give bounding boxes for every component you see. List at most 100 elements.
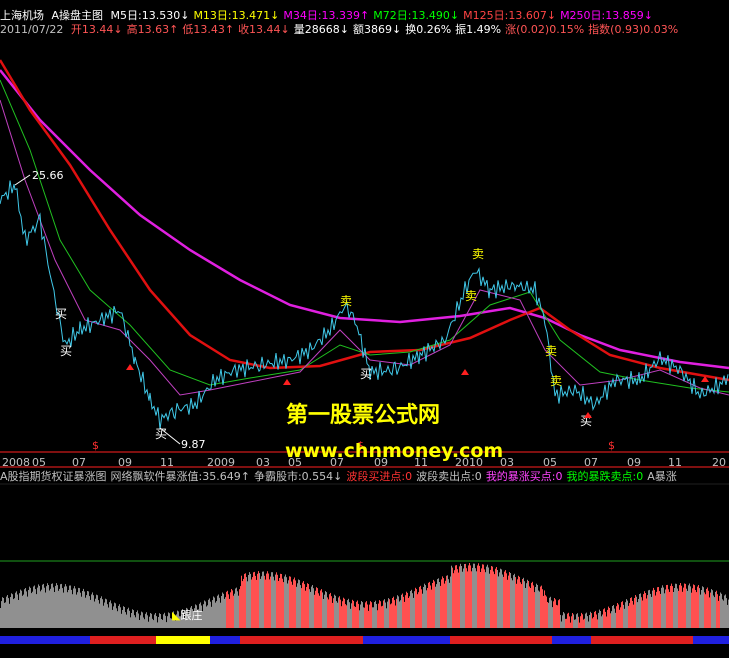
signal-band-cell [618,636,621,644]
indicator-bar [337,602,338,628]
indicator-bar [548,602,549,628]
signal-band-cell [156,636,159,644]
indicator-bar [723,600,724,628]
indicator-bar [314,594,315,628]
indicator-bar [409,596,410,628]
indicator-bar [448,579,449,628]
indicator-bar [600,611,601,628]
signal-band-cell [717,636,720,644]
indicator-bar [104,602,105,628]
signal-band-cell [234,636,237,644]
date-tick: 07 [584,456,598,469]
indicator-bar [633,604,634,628]
indicator-bar [285,574,286,628]
indicator-bar [387,601,388,628]
indicator-bar [544,590,545,628]
indicator-bar [658,587,659,628]
indicator-bar [148,621,149,628]
indicator-bar [616,606,617,628]
indicator-bar [511,578,512,628]
signal-band-cell [582,636,585,644]
signal-band-cell [174,636,177,644]
indicator-bar [663,587,664,628]
signal-band-cell [387,636,390,644]
signal-band-cell [480,636,483,644]
indicator-bar [564,613,565,628]
up-arrow-marker [283,379,291,385]
indicator-bar [712,590,713,628]
indicator-bar [325,591,326,628]
stock-chart-canvas[interactable]: 买买买买买卖 卖卖卖卖$ $ $ [0,0,729,658]
signal-band-cell [648,636,651,644]
indicator-bar [223,593,224,628]
follow-dealer-label: ◣跟庄 [172,607,202,623]
indicator-bar [615,612,616,628]
indicator-bar [347,600,348,628]
signal-band-cell [54,636,57,644]
indicator-bar [435,586,436,628]
indicator-bar [243,578,244,628]
indicator-bar [354,606,355,628]
indicator-bar [581,612,582,628]
indicator-bar [41,589,42,628]
indicator-bar [654,589,655,628]
indicator-bar [550,596,551,628]
signal-band-cell [654,636,657,644]
indicator-bar [278,581,279,628]
indicator-bar [680,583,681,628]
signal-band-cell [63,636,66,644]
indicator-bar [582,614,583,628]
signal-band-cell [105,636,108,644]
indicator-bar [96,594,97,628]
follow-dealer-text: 跟庄 [180,609,203,622]
indicator-bar [326,592,327,628]
indicator-bar [522,579,523,628]
indicator-bar [458,572,459,628]
indicator-bar [591,613,592,628]
signal-band-cell [411,636,414,644]
indicator-bar [652,590,653,628]
indicator-bar [623,604,624,628]
indicator-bar [459,566,460,628]
indicator-bar [453,573,454,628]
indicator-bar [76,594,77,628]
signal-band-cell [720,636,723,644]
date-tick: 2010 [455,456,483,469]
indicator-bar [165,615,166,628]
indicator-bar [9,603,10,628]
indicator-bar [524,581,525,628]
signal-band-cell [102,636,105,644]
indicator-bar [410,591,411,628]
signal-band-cell [486,636,489,644]
indicator-legend-item-1: 网络飘软件暴涨值:35.649↑ [110,470,250,483]
indicator-bar [234,593,235,628]
indicator-bar [375,600,376,628]
signal-band-cell [135,636,138,644]
stock-name[interactable]: 上海机场 [0,9,44,22]
indicator-bar [373,607,374,628]
indicator-bar [685,583,686,628]
indicator-bar [724,595,725,628]
indicator-bar [73,588,74,628]
signal-band-cell [354,636,357,644]
indicator-bar [478,563,479,628]
indicator-bar [98,600,99,628]
chart-template-name[interactable]: A操盘主图 [52,9,104,22]
indicator-bar [70,585,71,628]
signal-band-cell [201,636,204,644]
indicator-bar [55,585,56,628]
indicator-bar [391,603,392,628]
indicator-bar [11,593,12,628]
indicator-bar [381,606,382,628]
indicator-bar [566,618,567,628]
indicator-bar [602,614,603,628]
indicator-bar [594,611,595,628]
indicator-bar [60,584,61,628]
signal-band-cell [195,636,198,644]
signal-band-cell [36,636,39,644]
indicator-bar [362,602,363,628]
indicator-bar [211,606,212,628]
indicator-bar [57,585,58,628]
indicator-bar [335,595,336,628]
signal-band-cell [27,636,30,644]
